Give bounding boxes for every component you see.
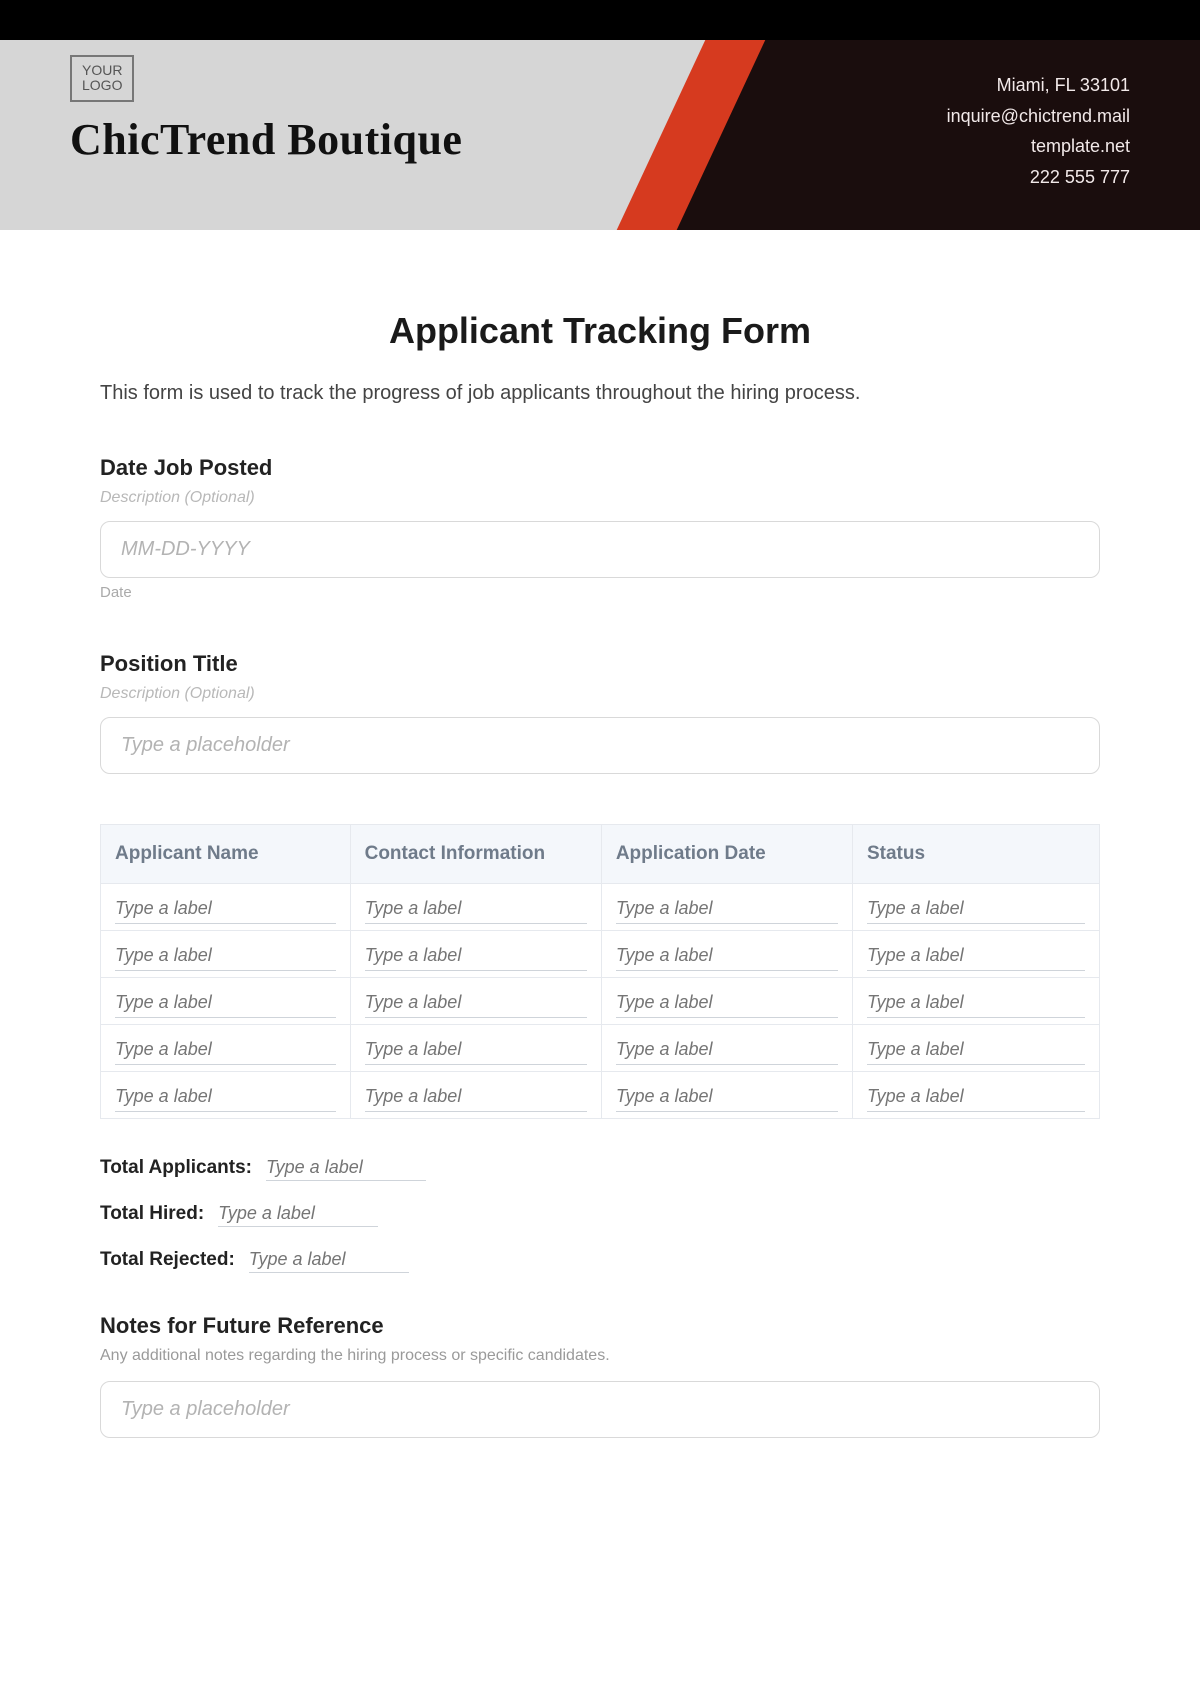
- contact-email: inquire@chictrend.mail: [947, 101, 1130, 132]
- page-header: YOUR LOGO ChicTrend Boutique Miami, FL 3…: [0, 0, 1200, 230]
- table-row: [101, 978, 1100, 1025]
- table-row: [101, 1072, 1100, 1119]
- table-cell-input[interactable]: [867, 894, 1085, 924]
- total-hired-input[interactable]: [218, 1201, 378, 1227]
- notes-title: Notes for Future Reference: [100, 1313, 1100, 1339]
- table-cell: [350, 1072, 601, 1119]
- table-cell-input[interactable]: [616, 1082, 838, 1112]
- table-header-row: Applicant Name Contact Information Appli…: [101, 825, 1100, 884]
- contact-phone: 222 555 777: [947, 162, 1130, 193]
- table-cell-input[interactable]: [115, 894, 336, 924]
- header-topbar: [0, 0, 1200, 40]
- col-application-date: Application Date: [601, 825, 852, 884]
- table-row: [101, 884, 1100, 931]
- table-cell-input[interactable]: [616, 1035, 838, 1065]
- total-rejected-label: Total Rejected:: [100, 1249, 235, 1271]
- position-title-label: Position Title: [100, 651, 1100, 677]
- total-applicants-label: Total Applicants:: [100, 1157, 252, 1179]
- logo-placeholder: YOUR LOGO: [70, 55, 134, 102]
- table-row: [101, 1025, 1100, 1072]
- contact-city: Miami, FL 33101: [947, 70, 1130, 101]
- table-cell: [350, 931, 601, 978]
- table-cell: [852, 978, 1099, 1025]
- table-cell-input[interactable]: [365, 1035, 587, 1065]
- total-hired-label: Total Hired:: [100, 1203, 204, 1225]
- summary-total-applicants: Total Applicants:: [100, 1155, 1100, 1181]
- table-cell: [601, 1072, 852, 1119]
- table-cell: [852, 1025, 1099, 1072]
- col-status: Status: [852, 825, 1099, 884]
- table-cell-input[interactable]: [867, 1082, 1085, 1112]
- table-cell: [350, 978, 601, 1025]
- table-cell-input[interactable]: [115, 941, 336, 971]
- table-cell-input[interactable]: [616, 988, 838, 1018]
- contact-site: template.net: [947, 131, 1130, 162]
- summary-total-hired: Total Hired:: [100, 1201, 1100, 1227]
- table-cell: [601, 884, 852, 931]
- table-cell: [101, 978, 351, 1025]
- position-title-sub: Description (Optional): [100, 685, 1100, 703]
- table-cell: [101, 884, 351, 931]
- table-row: [101, 931, 1100, 978]
- date-posted-label: Date Job Posted: [100, 455, 1100, 481]
- header-left: YOUR LOGO ChicTrend Boutique: [70, 55, 462, 165]
- date-posted-input[interactable]: [100, 521, 1100, 578]
- field-date-posted: Date Job Posted Description (Optional) D…: [100, 455, 1100, 601]
- total-applicants-input[interactable]: [266, 1155, 426, 1181]
- table-cell-input[interactable]: [867, 1035, 1085, 1065]
- total-rejected-input[interactable]: [249, 1247, 409, 1273]
- table-cell-input[interactable]: [616, 941, 838, 971]
- table-cell: [852, 931, 1099, 978]
- company-name: ChicTrend Boutique: [70, 114, 462, 165]
- table-cell: [350, 1025, 601, 1072]
- position-title-input[interactable]: [100, 717, 1100, 774]
- date-posted-hint: Date: [100, 584, 1100, 601]
- table-cell-input[interactable]: [867, 941, 1085, 971]
- table-cell: [101, 931, 351, 978]
- table-cell-input[interactable]: [365, 894, 587, 924]
- col-applicant-name: Applicant Name: [101, 825, 351, 884]
- table-cell-input[interactable]: [115, 1082, 336, 1112]
- table-cell: [852, 1072, 1099, 1119]
- table-cell-input[interactable]: [115, 988, 336, 1018]
- table-cell-input[interactable]: [365, 988, 587, 1018]
- col-contact-info: Contact Information: [350, 825, 601, 884]
- applicant-table: Applicant Name Contact Information Appli…: [100, 824, 1100, 1119]
- table-cell-input[interactable]: [867, 988, 1085, 1018]
- table-cell: [852, 884, 1099, 931]
- contact-block: Miami, FL 33101 inquire@chictrend.mail t…: [947, 70, 1130, 192]
- table-cell-input[interactable]: [365, 1082, 587, 1112]
- table-cell: [601, 1025, 852, 1072]
- table-cell: [101, 1025, 351, 1072]
- form-body: Applicant Tracking Form This form is use…: [0, 230, 1200, 1478]
- date-posted-sub: Description (Optional): [100, 489, 1100, 507]
- table-cell: [101, 1072, 351, 1119]
- form-description: This form is used to track the progress …: [100, 382, 1100, 405]
- table-cell: [350, 884, 601, 931]
- table-cell: [601, 978, 852, 1025]
- form-title: Applicant Tracking Form: [100, 310, 1100, 352]
- notes-input[interactable]: [100, 1381, 1100, 1438]
- table-cell-input[interactable]: [365, 941, 587, 971]
- summary-total-rejected: Total Rejected:: [100, 1247, 1100, 1273]
- notes-sub: Any additional notes regarding the hirin…: [100, 1347, 1100, 1365]
- table-cell-input[interactable]: [115, 1035, 336, 1065]
- field-position-title: Position Title Description (Optional): [100, 651, 1100, 774]
- table-cell-input[interactable]: [616, 894, 838, 924]
- table-cell: [601, 931, 852, 978]
